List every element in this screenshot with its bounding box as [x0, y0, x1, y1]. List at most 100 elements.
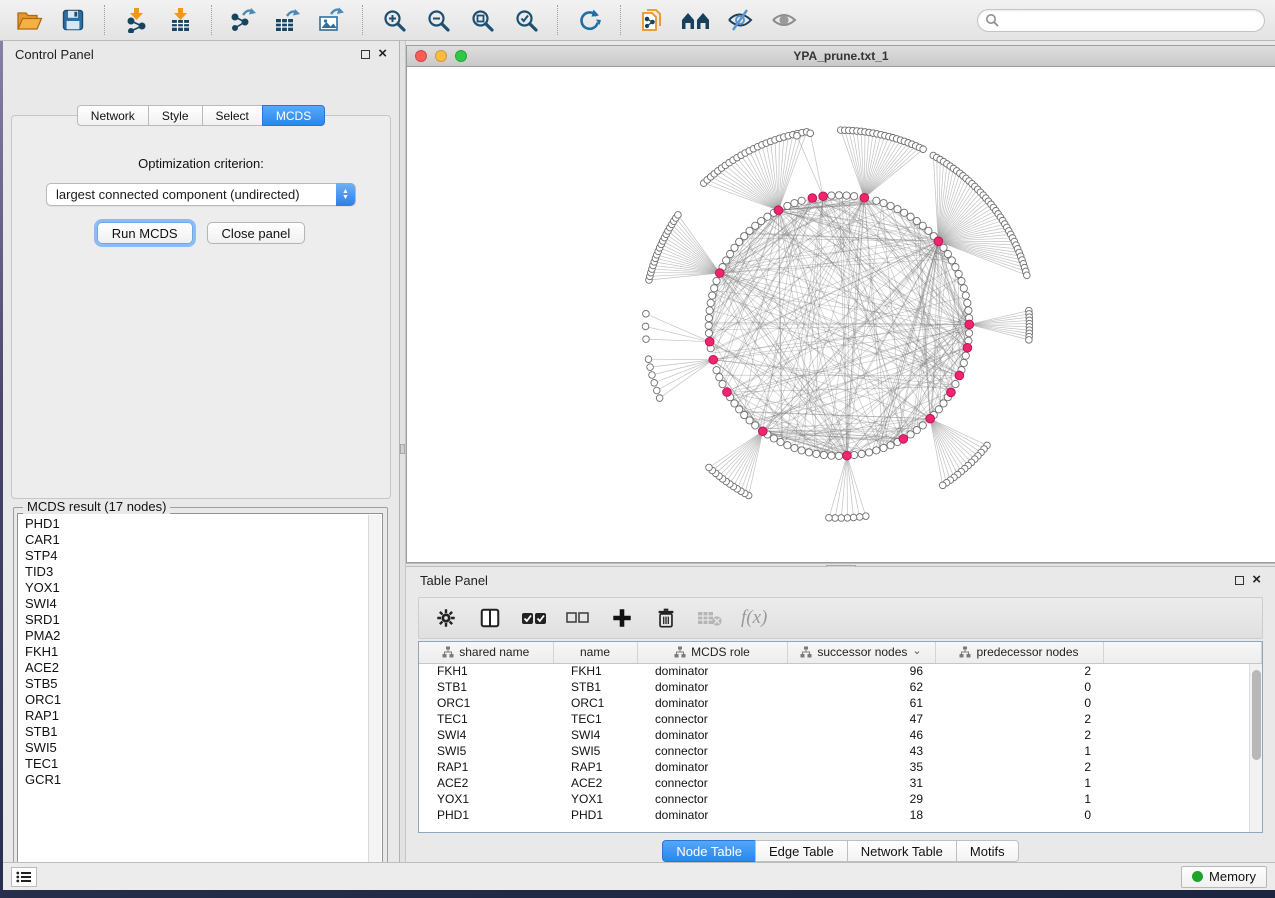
- table-cell[interactable]: 96: [787, 663, 935, 679]
- table-cell[interactable]: ACE2: [553, 775, 637, 791]
- network-node[interactable]: [791, 200, 798, 207]
- table-cell[interactable]: dominator: [637, 727, 787, 743]
- table-cell[interactable]: YOX1: [553, 791, 637, 807]
- network-node[interactable]: [844, 515, 851, 522]
- zoom-selected-button[interactable]: [507, 4, 545, 36]
- network-node[interactable]: [962, 352, 969, 359]
- float-panel-icon[interactable]: [361, 50, 370, 59]
- network-node[interactable]: [709, 292, 716, 299]
- network-node[interactable]: [784, 442, 791, 449]
- network-node[interactable]: [920, 146, 927, 153]
- tab-network-table[interactable]: Network Table: [847, 840, 956, 862]
- table-row[interactable]: ORC1ORC1dominator610: [419, 695, 1262, 711]
- table-cell[interactable]: STB1: [553, 679, 637, 695]
- network-node[interactable]: [955, 270, 962, 277]
- network-node[interactable]: [820, 451, 827, 458]
- mcds-result-item[interactable]: GCR1: [25, 772, 382, 788]
- mcds-result-item[interactable]: SWI5: [25, 740, 382, 756]
- network-node[interactable]: [713, 367, 720, 374]
- network-node[interactable]: [791, 444, 798, 451]
- show-all-button[interactable]: [765, 4, 803, 36]
- network-node[interactable]: [705, 322, 712, 329]
- open-file-button[interactable]: [10, 4, 48, 36]
- table-row[interactable]: TEC1TEC1connector472: [419, 711, 1262, 727]
- table-cell[interactable]: RAP1: [553, 759, 637, 775]
- column-header-MCDS-role[interactable]: MCDS role: [637, 642, 787, 663]
- export-network-button[interactable]: [224, 4, 262, 36]
- table-row[interactable]: YOX1YOX1connector291: [419, 791, 1262, 807]
- network-node[interactable]: [962, 292, 969, 299]
- network-node[interactable]: [764, 213, 771, 220]
- network-node[interactable]: [719, 380, 726, 387]
- network-node[interactable]: [716, 374, 723, 381]
- network-node[interactable]: [865, 449, 872, 456]
- network-node[interactable]: [643, 310, 650, 317]
- network-node[interactable]: [965, 307, 972, 314]
- mcds-result-item[interactable]: STB1: [25, 724, 382, 740]
- mcds-hub-node[interactable]: [774, 206, 783, 215]
- save-session-button[interactable]: [54, 4, 92, 36]
- mcds-result-item[interactable]: STB5: [25, 676, 382, 692]
- mcds-hub-node[interactable]: [709, 355, 718, 364]
- network-node[interactable]: [798, 447, 805, 454]
- network-node[interactable]: [952, 264, 959, 271]
- table-cell[interactable]: 0: [935, 679, 1103, 695]
- table-cell[interactable]: SWI5: [419, 743, 553, 759]
- table-cell[interactable]: PHD1: [419, 807, 553, 823]
- float-panel-icon[interactable]: [1235, 576, 1244, 585]
- table-cell[interactable]: connector: [637, 791, 787, 807]
- network-node[interactable]: [913, 427, 920, 434]
- network-node[interactable]: [705, 314, 712, 321]
- run-mcds-button[interactable]: Run MCDS: [97, 222, 193, 244]
- table-row[interactable]: FKH1FKH1dominator962: [419, 663, 1262, 679]
- network-node[interactable]: [647, 364, 654, 371]
- close-panel-icon[interactable]: ×: [378, 49, 387, 59]
- network-node[interactable]: [711, 285, 718, 292]
- table-settings-button[interactable]: [433, 605, 459, 631]
- table-cell[interactable]: dominator: [637, 695, 787, 711]
- table-cell[interactable]: SWI4: [419, 727, 553, 743]
- zoom-out-button[interactable]: [419, 4, 457, 36]
- tab-node-table[interactable]: Node Table: [662, 840, 755, 862]
- network-node[interactable]: [843, 192, 850, 199]
- table-cell[interactable]: dominator: [637, 807, 787, 823]
- mcds-result-item[interactable]: TEC1: [25, 756, 382, 772]
- zoom-fit-button[interactable]: [463, 4, 501, 36]
- memory-button[interactable]: Memory: [1181, 866, 1267, 888]
- table-cell[interactable]: STB1: [419, 679, 553, 695]
- table-cell[interactable]: dominator: [637, 679, 787, 695]
- table-cell[interactable]: 47: [787, 711, 935, 727]
- table-scrollbar-thumb[interactable]: [1252, 670, 1261, 760]
- tab-select[interactable]: Select: [202, 105, 262, 126]
- network-node[interactable]: [851, 193, 858, 200]
- mcds-hub-node[interactable]: [843, 451, 852, 460]
- hide-selected-button[interactable]: [721, 4, 759, 36]
- network-node[interactable]: [856, 514, 863, 521]
- network-node[interactable]: [835, 452, 842, 459]
- optimization-criterion-select[interactable]: largest connected component (undirected)…: [46, 183, 356, 206]
- network-node[interactable]: [784, 202, 791, 209]
- table-row[interactable]: RAP1RAP1dominator352: [419, 759, 1262, 775]
- table-cell[interactable]: 2: [935, 663, 1103, 679]
- table-cell[interactable]: connector: [637, 743, 787, 759]
- table-cell[interactable]: SWI5: [553, 743, 637, 759]
- network-canvas[interactable]: [407, 67, 1275, 562]
- table-cell[interactable]: FKH1: [553, 663, 637, 679]
- network-node[interactable]: [828, 192, 835, 199]
- table-cell[interactable]: dominator: [637, 663, 787, 679]
- network-node[interactable]: [1024, 272, 1031, 279]
- refresh-button[interactable]: [570, 4, 608, 36]
- table-cell[interactable]: TEC1: [553, 711, 637, 727]
- network-node[interactable]: [828, 452, 835, 459]
- network-node[interactable]: [965, 330, 972, 337]
- network-node[interactable]: [723, 257, 730, 264]
- mcds-hub-node[interactable]: [963, 343, 972, 352]
- tab-style[interactable]: Style: [148, 105, 202, 126]
- network-node[interactable]: [880, 444, 887, 451]
- mcds-result-item[interactable]: YOX1: [25, 580, 382, 596]
- table-cell[interactable]: ACE2: [419, 775, 553, 791]
- close-panel-button[interactable]: Close panel: [207, 222, 306, 244]
- network-node[interactable]: [944, 250, 951, 257]
- show-columns-button[interactable]: [477, 605, 503, 631]
- table-cell[interactable]: TEC1: [419, 711, 553, 727]
